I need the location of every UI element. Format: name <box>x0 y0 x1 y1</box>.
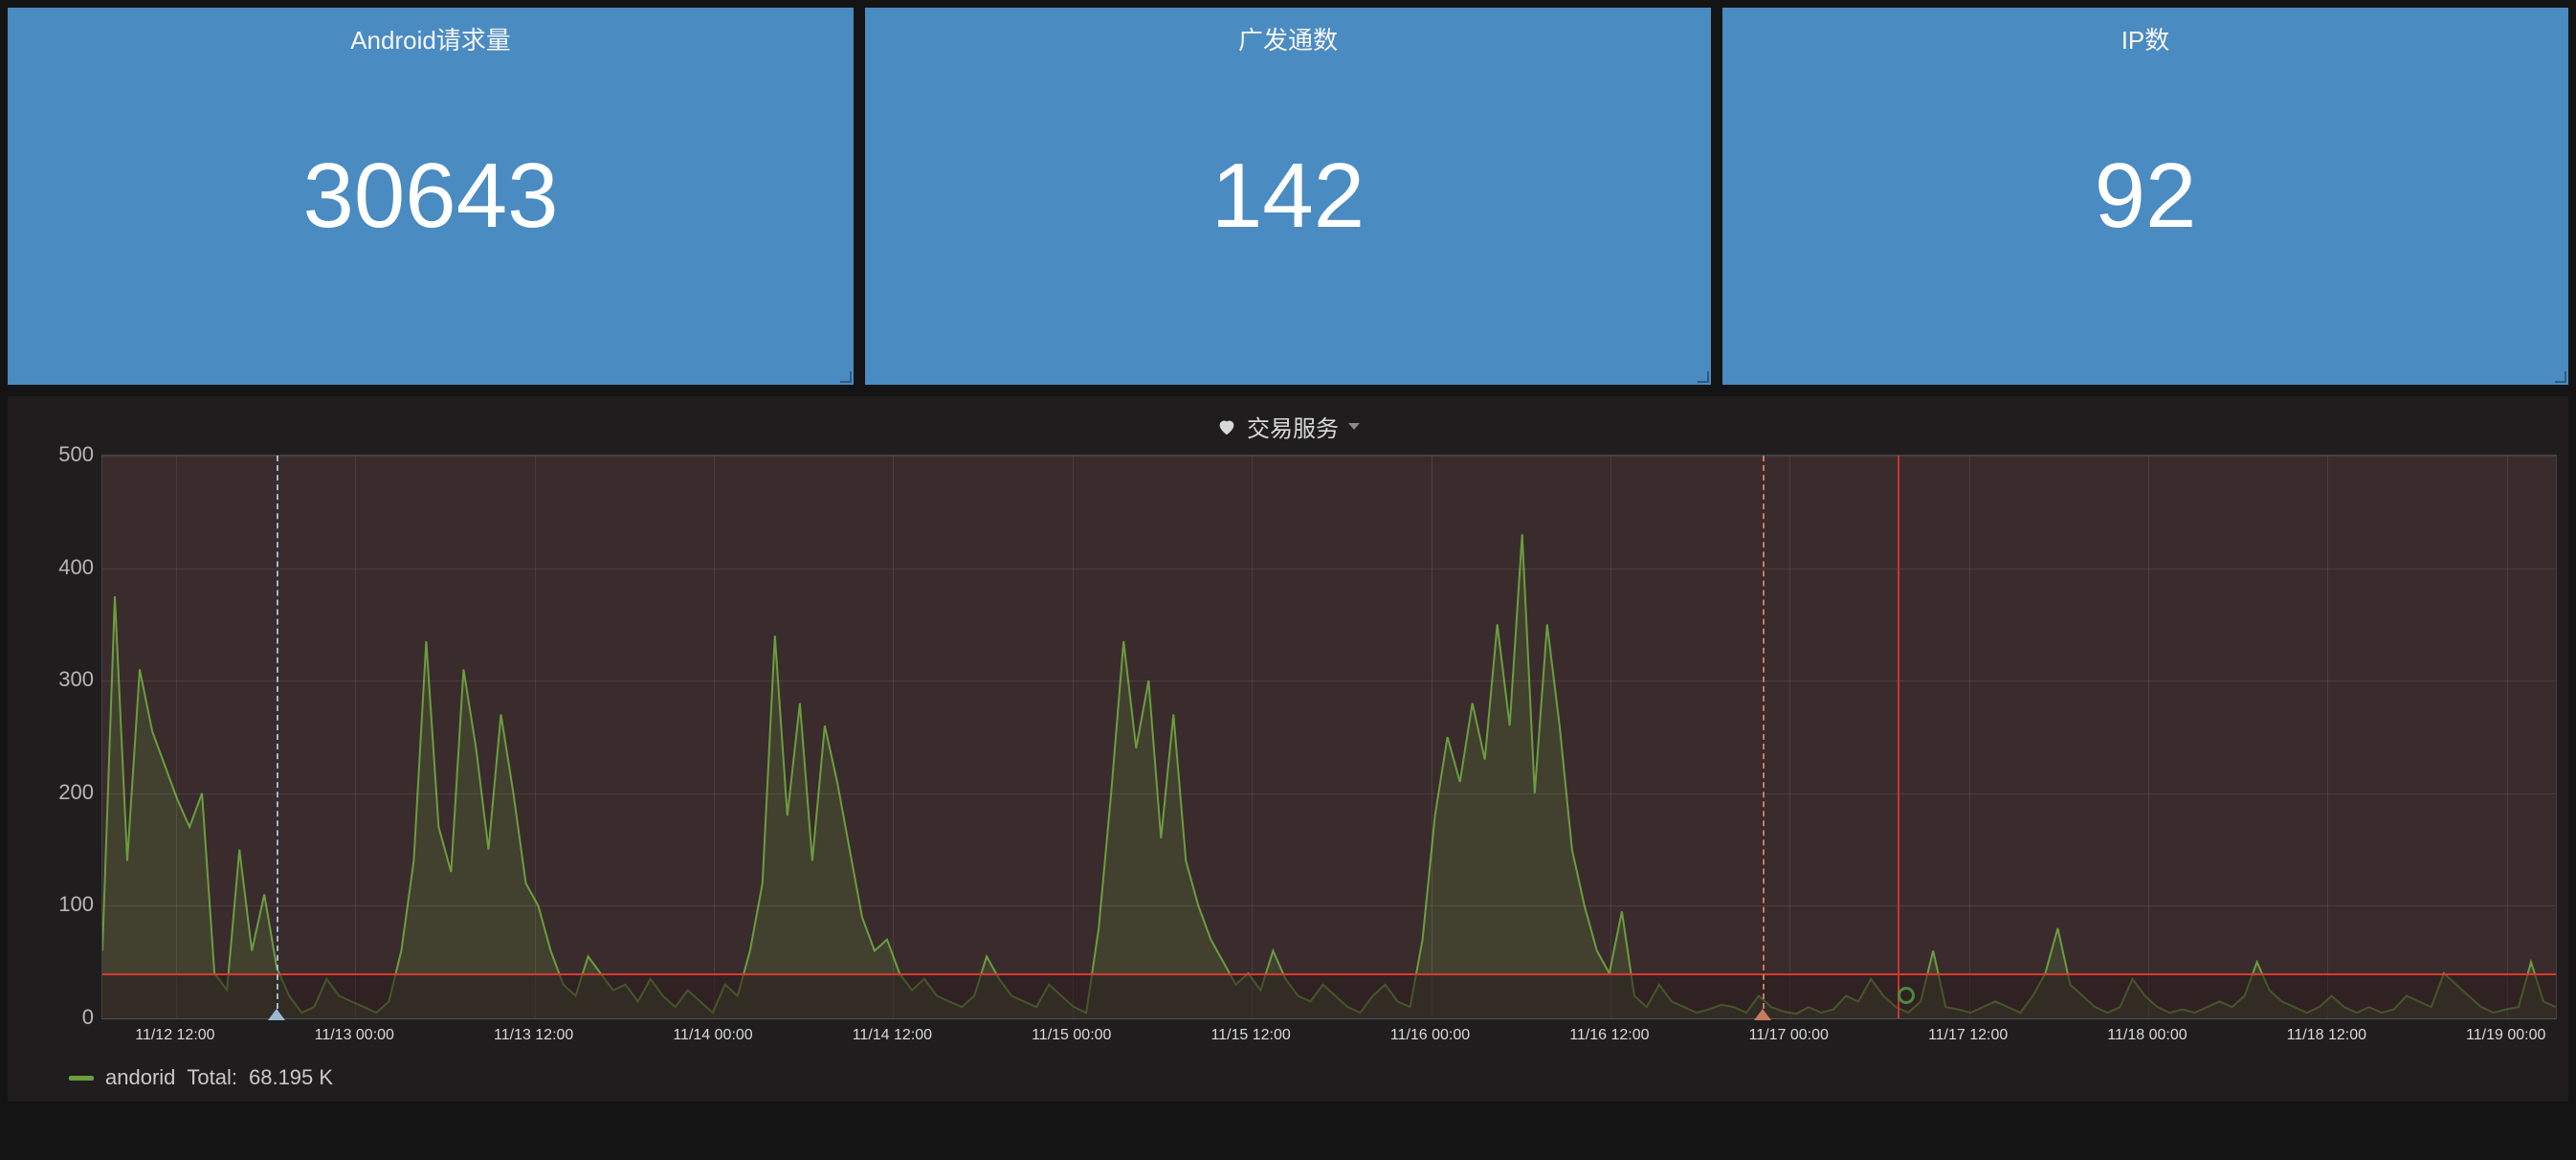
panel-title: 交易服务 <box>1247 410 1339 443</box>
line-series <box>102 456 2556 1018</box>
legend-stat-value: 68.195 K <box>249 1065 333 1090</box>
y-tick: 500 <box>58 442 94 467</box>
x-tick: 11/19 00:00 <box>2466 1027 2545 1044</box>
chevron-down-icon[interactable] <box>1348 423 1360 430</box>
resize-handle-icon[interactable] <box>2555 371 2566 383</box>
x-tick: 11/15 00:00 <box>1032 1027 1111 1044</box>
resize-handle-icon[interactable] <box>840 371 852 383</box>
plot-area[interactable] <box>101 455 2557 1019</box>
annotation-marker[interactable] <box>277 456 278 1018</box>
legend-stat-label: Total: <box>187 1065 237 1090</box>
alert-event-line <box>1898 456 1899 1018</box>
alert-threshold-line <box>102 973 2556 975</box>
panel-title-bar[interactable]: 交易服务 <box>19 404 2557 455</box>
stat-panel-gft[interactable]: 广发通数 142 <box>865 8 1711 385</box>
resize-handle-icon[interactable] <box>1698 371 1709 383</box>
y-tick: 400 <box>58 555 94 580</box>
x-tick: 11/14 12:00 <box>853 1027 932 1044</box>
x-tick: 11/18 00:00 <box>2107 1027 2187 1044</box>
y-tick: 300 <box>58 667 94 692</box>
x-tick: 11/13 00:00 <box>315 1027 394 1044</box>
y-tick: 100 <box>58 892 94 917</box>
x-tick: 11/16 12:00 <box>1569 1027 1649 1044</box>
y-tick: 0 <box>82 1005 94 1030</box>
x-tick: 11/17 00:00 <box>1749 1027 1829 1044</box>
stat-value: 30643 <box>8 8 854 385</box>
x-axis: 11/12 12:00 11/13 00:00 11/13 12:00 11/14 0… <box>101 1027 2557 1056</box>
x-tick: 11/17 12:00 <box>1928 1027 2008 1044</box>
stat-row: Android请求量 30643 广发通数 142 IP数 92 <box>8 8 2568 385</box>
legend[interactable]: andorid Total: 68.195 K <box>69 1065 2557 1090</box>
x-tick: 11/18 12:00 <box>2287 1027 2366 1044</box>
x-tick: 11/15 12:00 <box>1210 1027 1290 1044</box>
y-axis: 0100200300400500 <box>19 455 101 1019</box>
x-tick: 11/13 12:00 <box>494 1027 573 1044</box>
graph-panel: 交易服务 0 100 200 300 400 500 11/12 12:00 11/13 0… <box>8 396 2568 1102</box>
x-tick: 11/16 00:00 <box>1390 1027 1470 1044</box>
ok-state-icon <box>1898 987 1915 1004</box>
y-tick: 200 <box>58 780 94 805</box>
x-tick: 11/14 00:00 <box>673 1027 752 1044</box>
x-tick: 11/12 12:00 <box>135 1027 214 1044</box>
legend-swatch <box>69 1076 94 1081</box>
stat-value: 92 <box>1722 8 2568 385</box>
annotation-marker[interactable] <box>1763 456 1765 1018</box>
legend-series-name: andorid <box>105 1065 175 1090</box>
stat-panel-ip[interactable]: IP数 92 <box>1722 8 2568 385</box>
stat-panel-android[interactable]: Android请求量 30643 <box>8 8 854 385</box>
heart-icon <box>1216 416 1237 437</box>
chart[interactable]: 0100200300400500 11/12 12:0011/13 00:001… <box>19 455 2557 1056</box>
stat-value: 142 <box>865 8 1711 385</box>
